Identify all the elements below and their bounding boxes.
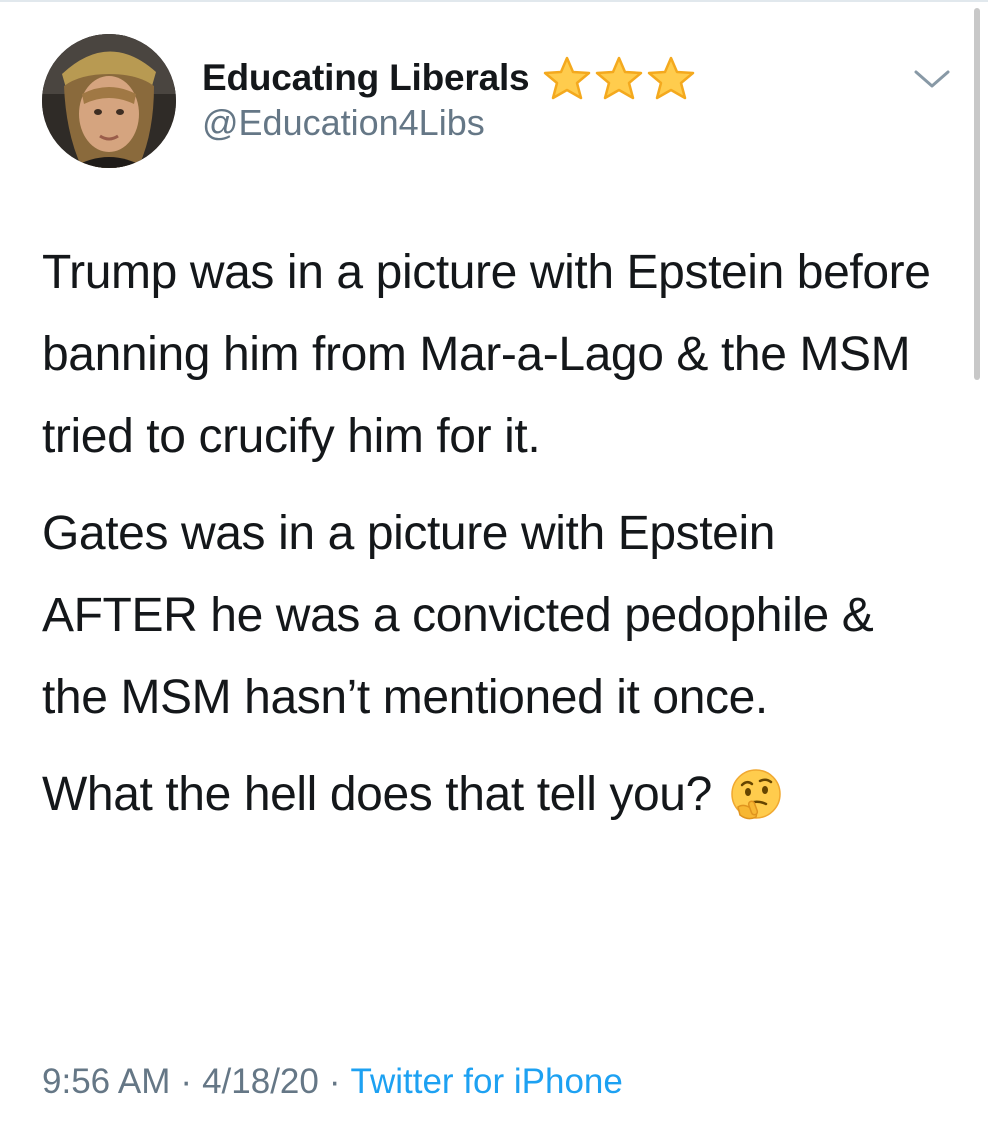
tweet-text: Trump was in a picture with Epstein befo… [42,232,932,836]
star-icon [596,56,643,100]
scrollbar[interactable] [974,8,980,380]
avatar-photo [42,34,176,168]
name-row: Educating Liberals [202,52,697,104]
user-handle[interactable]: @Education4Libs [202,102,485,144]
avatar[interactable] [42,34,176,168]
top-divider [0,0,988,2]
tweet-header: Educating Liberals @Education4Libs [42,34,950,170]
meta-separator: · [180,1062,193,1101]
tweet-source-link[interactable]: Twitter for iPhone [351,1062,623,1102]
tweet-paragraph: Gates was in a picture with Epstein AFTE… [42,507,874,724]
tweet-screenshot: Educating Liberals @Education4Libs Trump… [0,0,988,1134]
thinking-face-icon [731,769,781,820]
tweet-question: What the hell does that tell you? [42,768,712,821]
meta-separator: · [328,1062,341,1101]
star-icon [544,56,591,100]
star-icon [648,56,695,100]
display-name[interactable]: Educating Liberals [202,57,530,99]
tweet-paragraph: Trump was in a picture with Epstein befo… [42,246,931,463]
chevron-down-icon[interactable] [910,64,954,94]
tweet-meta: 9:56 AM · 4/18/20 · Twitter for iPhone [42,1062,623,1102]
name-badges [541,55,697,101]
tweet-date[interactable]: 4/18/20 [202,1062,319,1102]
tweet-time[interactable]: 9:56 AM [42,1062,170,1102]
tweet-last-line: What the hell does that tell you? [42,754,932,836]
